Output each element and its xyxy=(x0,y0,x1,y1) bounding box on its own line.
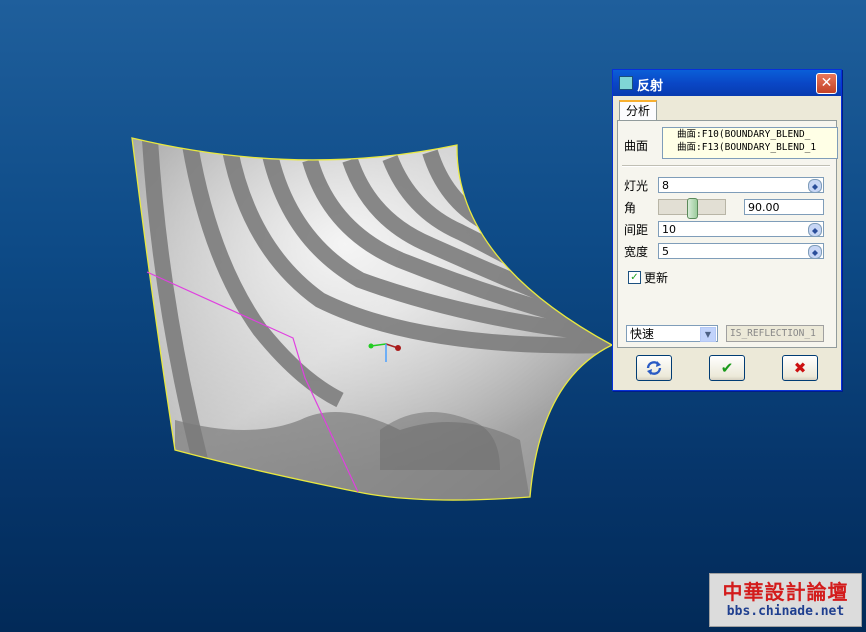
watermark-logo: 中華設計論壇 bbs.chinade.net xyxy=(709,573,862,627)
angle-label: 角 xyxy=(624,201,637,215)
spacing-value: 10 xyxy=(662,223,676,236)
chevron-down-icon[interactable]: ▼ xyxy=(700,327,716,342)
cancel-button[interactable]: ✖ xyxy=(782,355,818,381)
result-name-field[interactable]: IS_REFLECTION_1 xyxy=(726,325,824,342)
light-label: 灯光 xyxy=(624,179,649,193)
angle-input[interactable]: 90.00 xyxy=(744,199,824,215)
slider-handle[interactable] xyxy=(687,198,698,219)
list-item[interactable]: 曲面:F13(BOUNDARY_BLEND_1 xyxy=(677,141,837,154)
divider xyxy=(622,165,830,167)
spacing-stepper[interactable]: 10 xyxy=(658,221,824,237)
surface-list[interactable]: 曲面:F10(BOUNDARY_BLEND_ 曲面:F13(BOUNDARY_B… xyxy=(662,127,838,159)
analysis-panel: 曲面 曲面:F10(BOUNDARY_BLEND_ 曲面:F13(BOUNDAR… xyxy=(617,120,838,348)
watermark-url: bbs.chinade.net xyxy=(726,604,845,619)
tab-analysis[interactable]: 分析 xyxy=(619,100,657,121)
spin-icon[interactable] xyxy=(808,179,822,193)
dialog-title: 反射 xyxy=(637,79,664,94)
width-label: 宽度 xyxy=(624,245,649,259)
close-button[interactable]: ✕ xyxy=(816,73,837,94)
reflection-dialog: 反射 ✕ 分析 曲面 曲面:F10(BOUNDARY_BLEND_ 曲面:F13… xyxy=(612,69,842,391)
mode-select[interactable]: 快速 ▼ xyxy=(626,325,718,342)
light-stepper[interactable]: 8 xyxy=(658,177,824,193)
window-icon xyxy=(619,76,633,90)
mode-value: 快速 xyxy=(630,327,655,341)
ok-button[interactable]: ✔ xyxy=(709,355,745,381)
width-stepper[interactable]: 5 xyxy=(658,243,824,259)
angle-slider[interactable] xyxy=(658,198,726,219)
dialog-titlebar[interactable]: 反射 ✕ xyxy=(613,70,841,96)
width-value: 5 xyxy=(662,245,669,258)
update-label: 更新 xyxy=(644,271,669,285)
list-item[interactable]: 曲面:F10(BOUNDARY_BLEND_ xyxy=(677,128,837,141)
update-checkbox[interactable]: ✓ xyxy=(628,271,641,284)
refresh-button[interactable] xyxy=(636,355,672,381)
spacing-label: 间距 xyxy=(624,223,649,237)
light-value: 8 xyxy=(662,179,669,192)
refresh-icon xyxy=(646,361,662,375)
spin-icon[interactable] xyxy=(808,245,822,259)
watermark-title: 中華設計論壇 xyxy=(722,580,849,604)
reflection-surface[interactable] xyxy=(120,130,620,510)
surface-label: 曲面 xyxy=(624,139,649,153)
spin-icon[interactable] xyxy=(808,223,822,237)
